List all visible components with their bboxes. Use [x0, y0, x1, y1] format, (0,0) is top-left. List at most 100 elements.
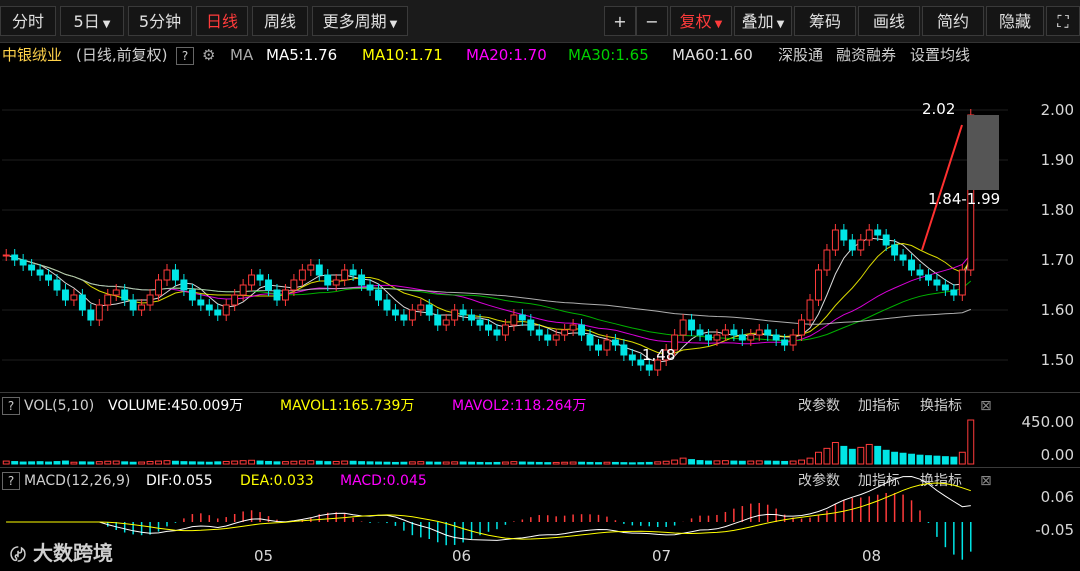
- macd-change-params-button[interactable]: 改参数: [798, 470, 840, 492]
- ma30-line: [6, 254, 972, 342]
- dea-value: DEA:0.033: [240, 473, 314, 489]
- candle-body: [121, 289, 129, 301]
- ma-label: MA: [230, 46, 254, 64]
- volume-bar: [958, 451, 966, 465]
- zoom-out-button[interactable]: −: [636, 6, 668, 36]
- candle-body: [19, 259, 27, 266]
- volume-bar: [485, 462, 492, 465]
- vol-add-indicator-button[interactable]: 加指标: [858, 395, 900, 417]
- volume-bar: [688, 459, 696, 465]
- y-tick-label: 1.80: [1040, 201, 1074, 219]
- candle-body: [138, 304, 146, 311]
- volume-bar: [205, 461, 213, 465]
- volume-bar: [248, 459, 256, 465]
- ma-legend: 中银绒业 (日线,前复权) ? ⚙ MA MA5:1.76 MA10:1.71 …: [0, 43, 1080, 67]
- settings-gear-icon[interactable]: ⚙: [202, 43, 215, 67]
- mavol2-value: MAVOL2:118.264万: [452, 398, 587, 414]
- fullscreen-icon[interactable]: ⛶: [1046, 6, 1080, 36]
- candle-body: [231, 294, 239, 306]
- candle-body: [45, 274, 52, 281]
- hide-button[interactable]: 隐藏: [986, 6, 1044, 36]
- chevron-down-icon: ▼: [389, 19, 398, 30]
- period-daily-button[interactable]: 日线: [196, 6, 248, 36]
- help-icon[interactable]: ?: [2, 472, 20, 490]
- candle-body: [324, 274, 332, 286]
- volume-bar: [265, 460, 272, 465]
- draw-button[interactable]: 画线: [858, 6, 920, 36]
- period-weekly-button[interactable]: 周线: [252, 6, 308, 36]
- macd-value: MACD:0.045: [340, 473, 427, 489]
- volume-bar: [70, 461, 78, 465]
- zoom-in-button[interactable]: +: [604, 6, 636, 36]
- volume-bar: [941, 456, 949, 465]
- volume-bar: [772, 460, 780, 465]
- volume-bar: [840, 445, 848, 465]
- candle-body: [730, 329, 738, 336]
- candle-body: [958, 269, 966, 296]
- candle-body: [705, 334, 712, 341]
- candle-body: [442, 319, 450, 326]
- candle-body: [155, 279, 162, 296]
- volume-bar: [476, 461, 484, 465]
- overlay-button[interactable]: 叠加 ▼: [734, 6, 792, 36]
- candle-body: [425, 304, 433, 316]
- period-5day-button[interactable]: 5日 ▼: [60, 6, 124, 36]
- y-tick-label: 1.90: [1040, 151, 1074, 169]
- candle-body: [544, 334, 552, 341]
- volume-bar: [95, 461, 103, 465]
- volume-bar: [908, 453, 916, 465]
- candle-body: [129, 299, 137, 311]
- simple-button[interactable]: 简约: [922, 6, 984, 36]
- candle-body: [738, 334, 746, 341]
- more-periods-button[interactable]: 更多周期 ▼: [312, 6, 408, 36]
- ma5-line: [6, 237, 972, 363]
- adjust-button[interactable]: 复权 ▼: [670, 6, 732, 36]
- candle-body: [713, 334, 721, 341]
- more-periods-label: 更多周期: [322, 12, 387, 31]
- candle-body: [941, 284, 949, 291]
- candle-body: [61, 289, 69, 301]
- candle-body: [688, 319, 696, 331]
- candle-body: [315, 264, 323, 276]
- period-intraday-button[interactable]: 分时: [0, 6, 56, 36]
- volume-bar: [789, 460, 797, 465]
- range-annotation: 1.84-1.99: [928, 190, 1001, 208]
- volume-bar: [417, 461, 425, 465]
- link-hk-connect[interactable]: 深股通: [778, 43, 823, 67]
- volume-bar: [518, 461, 526, 465]
- help-icon[interactable]: ?: [2, 397, 20, 415]
- volume-bar: [408, 461, 416, 465]
- volume-bar: [628, 462, 636, 465]
- ma30-value: MA30:1.65: [568, 46, 649, 64]
- macd-add-indicator-button[interactable]: 加指标: [858, 470, 900, 492]
- candle-body: [628, 354, 636, 361]
- volume-bar: [527, 461, 535, 465]
- candle-body: [222, 304, 230, 316]
- macd-switch-indicator-button[interactable]: 换指标: [920, 470, 962, 492]
- period-5min-button[interactable]: 5分钟: [128, 6, 192, 36]
- volume-bar: [747, 460, 755, 465]
- vol-change-params-button[interactable]: 改参数: [798, 395, 840, 417]
- candle-body: [857, 239, 865, 251]
- close-icon[interactable]: ⊠: [980, 395, 992, 417]
- volume-bar: [882, 449, 890, 465]
- vol-legend: ? VOL(5,10) VOLUME:450.009万 MAVOL1:165.7…: [0, 395, 1080, 417]
- link-margin[interactable]: 融资融券: [836, 43, 896, 67]
- y-tick-label: 2.00: [1040, 101, 1074, 119]
- stock-name: 中银绒业: [2, 46, 63, 64]
- close-icon[interactable]: ⊠: [980, 470, 992, 492]
- help-icon[interactable]: ?: [176, 47, 194, 65]
- candle-body: [358, 274, 366, 286]
- candle-body: [781, 339, 789, 346]
- volume-bar: [87, 461, 95, 465]
- adjust-label: 复权: [679, 12, 712, 31]
- candle-body: [679, 319, 687, 336]
- chips-button[interactable]: 筹码: [794, 6, 856, 36]
- volume-bar: [375, 461, 382, 465]
- watermark-text: 大数跨境: [32, 541, 113, 565]
- candle-body: [180, 279, 188, 291]
- vol-switch-indicator-button[interactable]: 换指标: [920, 395, 962, 417]
- volume-bar: [620, 462, 628, 465]
- chevron-down-icon: ▼: [102, 19, 111, 30]
- link-set-ma[interactable]: 设置均线: [910, 43, 970, 67]
